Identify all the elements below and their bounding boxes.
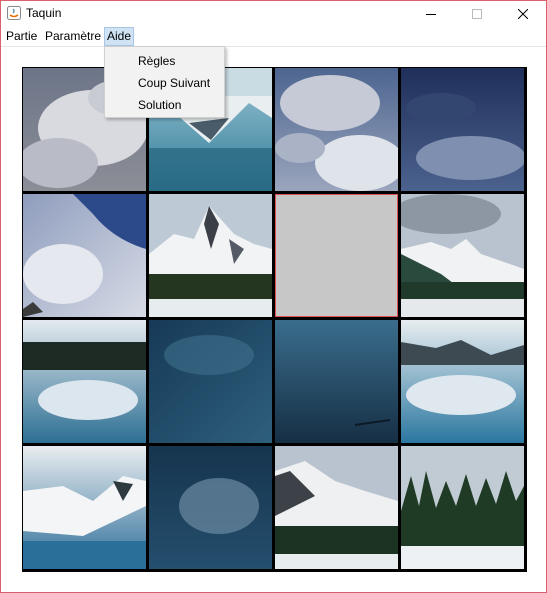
puzzle-tile[interactable]	[23, 320, 146, 443]
puzzle-tile[interactable]	[275, 446, 398, 569]
window-title: Taquin	[26, 6, 62, 20]
close-icon	[518, 9, 528, 19]
puzzle-board	[22, 67, 527, 572]
menu-partie[interactable]: Partie	[4, 28, 39, 45]
menu-item-coup-suivant[interactable]: Coup Suivant	[138, 76, 210, 90]
menu-bar: Partie Paramètre Aide	[1, 27, 546, 47]
menu-item-regles[interactable]: Règles	[138, 54, 175, 68]
puzzle-tile[interactable]	[149, 320, 272, 443]
menu-parametre[interactable]: Paramètre	[43, 28, 103, 45]
menu-item-solution[interactable]: Solution	[138, 98, 181, 112]
close-button[interactable]	[500, 1, 546, 27]
aide-dropdown-menu: Règles Coup Suivant Solution	[104, 46, 225, 118]
puzzle-tile[interactable]	[149, 446, 272, 569]
puzzle-tile[interactable]	[275, 320, 398, 443]
menu-aide[interactable]: Aide	[104, 27, 135, 46]
puzzle-tile[interactable]	[149, 194, 272, 317]
puzzle-tile[interactable]	[23, 194, 146, 317]
app-window: Taquin Partie Paramètre Aide Règles Coup…	[0, 0, 547, 593]
maximize-icon	[472, 9, 482, 19]
maximize-button[interactable]	[454, 1, 500, 27]
puzzle-tile[interactable]	[401, 194, 524, 317]
empty-tile[interactable]	[275, 194, 398, 317]
minimize-icon	[426, 14, 436, 15]
puzzle-tile[interactable]	[23, 446, 146, 569]
puzzle-tile[interactable]	[275, 68, 398, 191]
java-app-icon	[7, 6, 21, 20]
puzzle-tile[interactable]	[401, 68, 524, 191]
title-bar[interactable]: Taquin	[1, 1, 546, 27]
puzzle-tile[interactable]	[401, 320, 524, 443]
minimize-button[interactable]	[408, 1, 454, 27]
puzzle-tile[interactable]	[401, 446, 524, 569]
